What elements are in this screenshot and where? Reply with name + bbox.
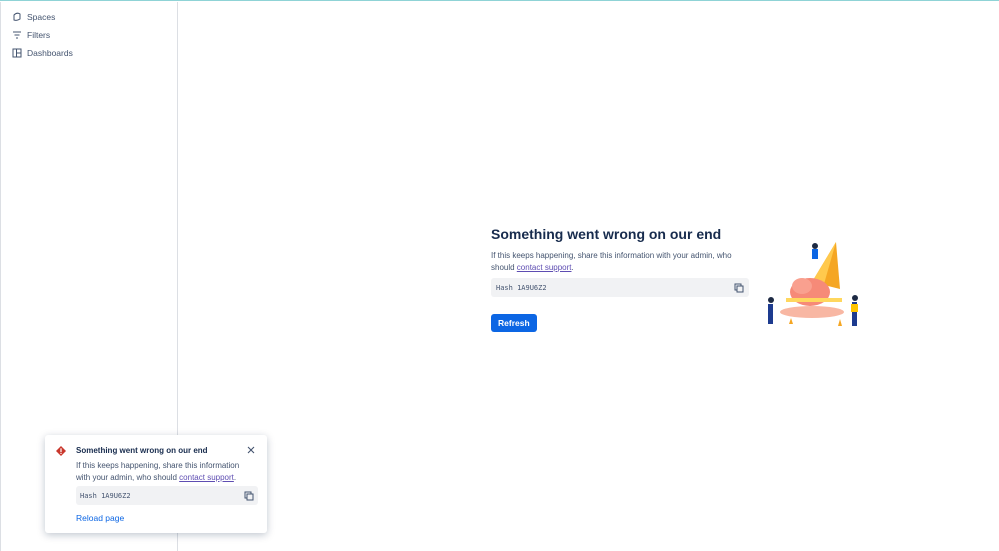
contact-support-link[interactable]: contact support [517,263,572,272]
sidebar-item-label: Spaces [27,12,56,22]
copy-icon[interactable] [734,283,744,293]
error-icon [56,446,66,456]
error-title: Something went wrong on our end [491,226,722,242]
sidebar-item-label: Filters [27,30,51,40]
period: . [571,262,574,272]
period: . [233,472,237,482]
sidebar-item-spaces[interactable]: Spaces [1,8,177,26]
toast-message: If this keeps happening, share this info… [76,460,255,483]
hash-field: Hash 1A9U6Z2 [491,278,749,297]
sidebar-item-label: Dashboards [27,48,73,58]
error-message: If this keeps happening, share this info… [491,250,749,273]
copy-icon[interactable] [244,491,254,501]
contact-support-link[interactable]: contact support [179,473,234,482]
broken-ice-cream-illustration [768,242,858,326]
refresh-button[interactable]: Refresh [491,314,537,332]
hash-field: Hash 1A9U6Z2 [76,486,258,505]
error-panel: Something went wrong on our end If this … [491,226,749,332]
close-icon[interactable] [247,446,255,454]
spaces-icon [13,12,21,21]
filter-icon [13,31,21,39]
sidebar-item-filters[interactable]: Filters [1,26,177,44]
toast-title: Something went wrong on our end [76,446,208,455]
sidebar-item-dashboards[interactable]: Dashboards [1,44,177,62]
error-toast: Something went wrong on our end If this … [45,435,267,533]
reload-page-link[interactable]: Reload page [76,513,255,523]
hash-text: Hash 1A9U6Z2 [80,491,131,500]
dashboard-icon [12,48,22,58]
hash-text: Hash 1A9U6Z2 [496,283,547,292]
